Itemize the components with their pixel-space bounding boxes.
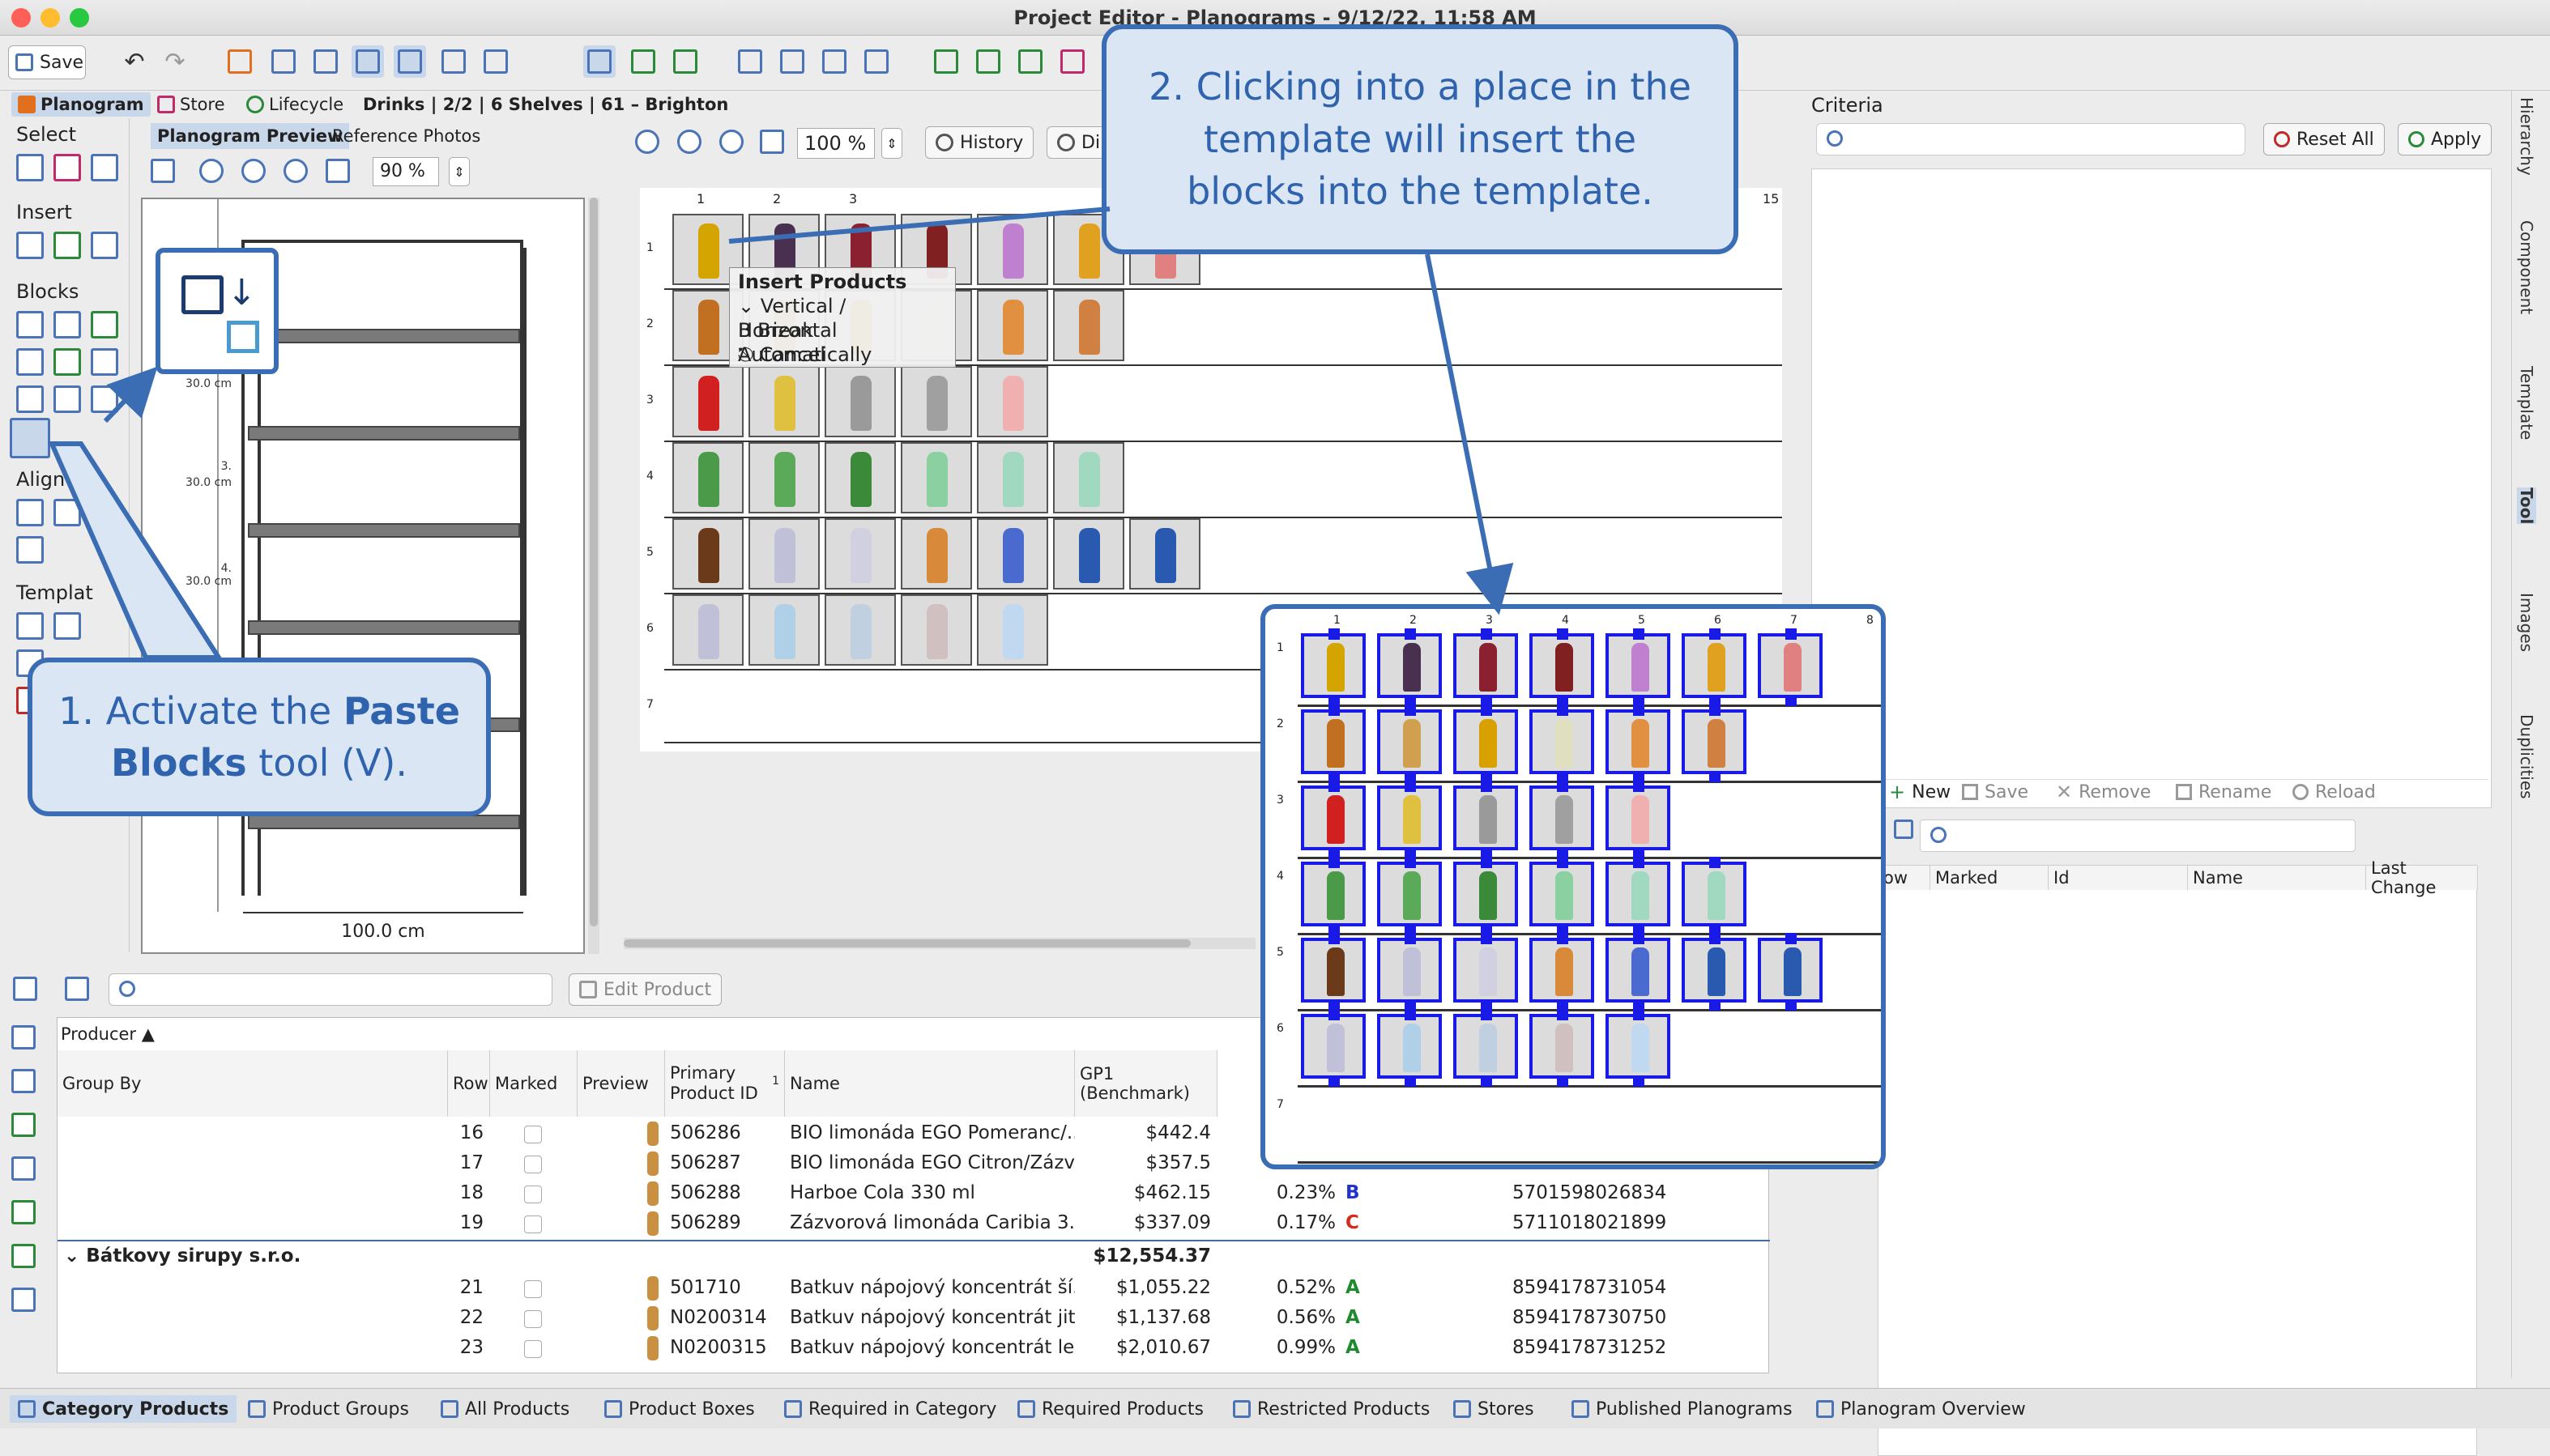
callout-arrows [48, 206, 1514, 660]
